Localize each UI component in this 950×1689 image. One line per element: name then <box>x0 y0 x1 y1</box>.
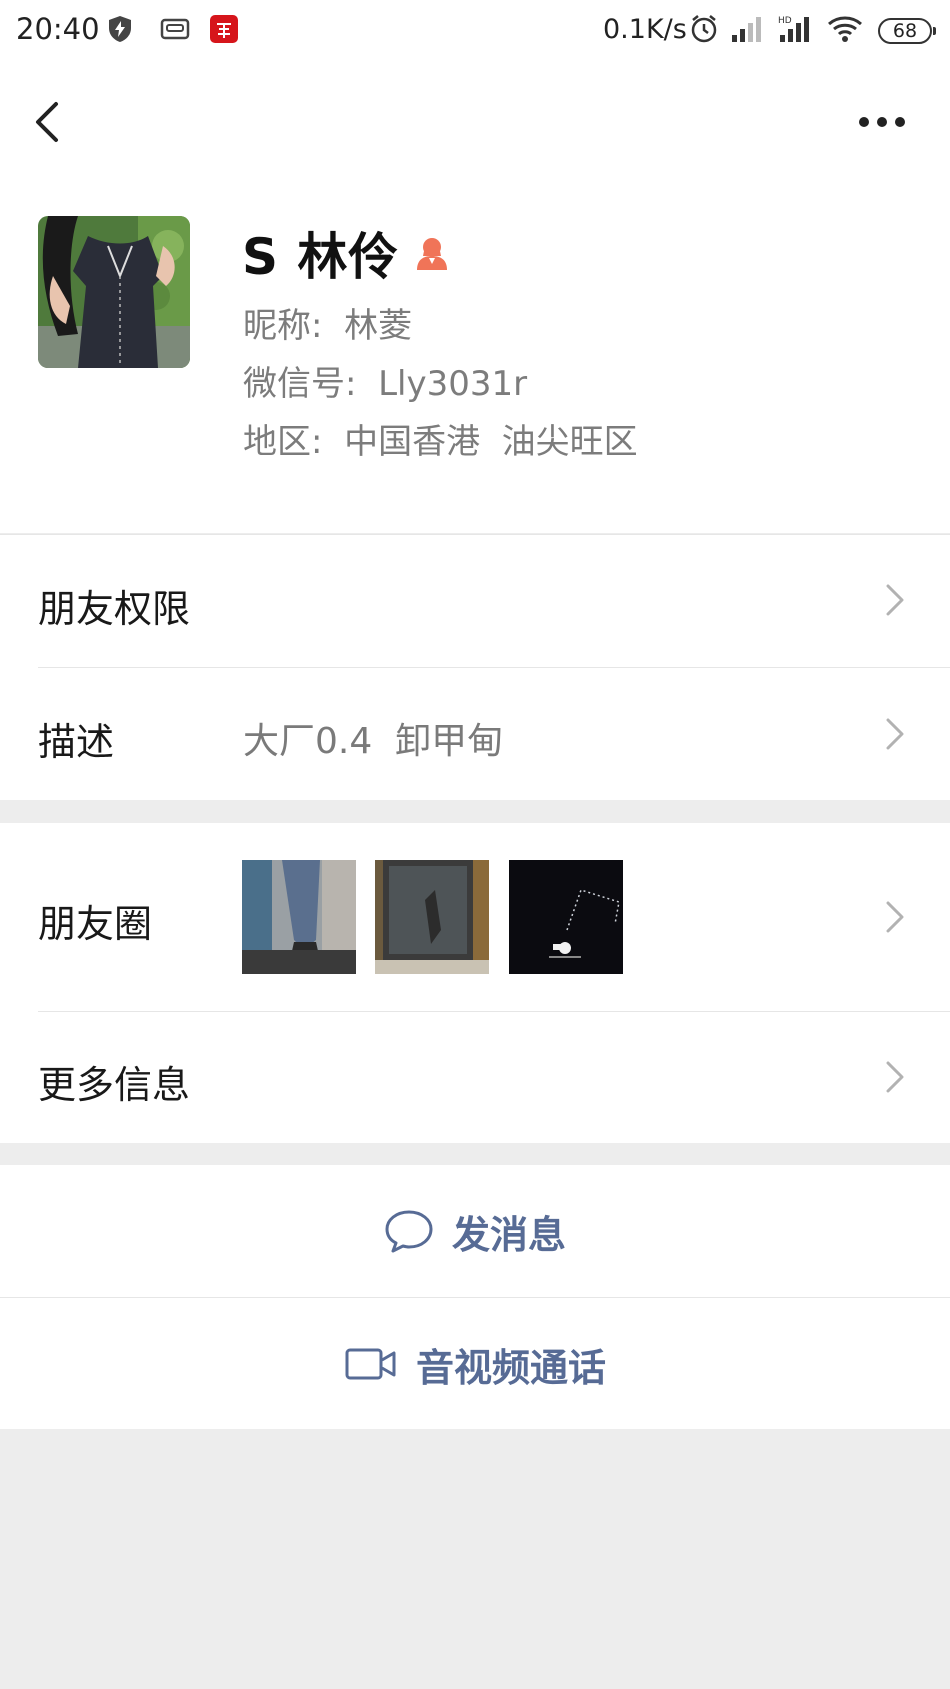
net-speed: 0.1K/s <box>603 14 687 45</box>
alarm-icon <box>691 15 717 43</box>
moments-label: 朋友圈 <box>38 902 153 946</box>
actions-card: 发消息 音视频通话 <box>0 1165 950 1429</box>
tape-icon <box>160 18 190 40</box>
video-camera-icon <box>345 1348 396 1380</box>
hd-signal-icon: HD <box>778 16 809 42</box>
more-info-label: 更多信息 <box>38 1063 191 1107</box>
moments-row[interactable]: 朋友圈 <box>0 823 950 1011</box>
chevron-right-icon <box>886 718 904 750</box>
shield-bolt-icon <box>109 16 131 42</box>
send-message-label: 发消息 <box>451 1212 566 1257</box>
svg-text:HD: HD <box>778 16 792 26</box>
moment-thumbnail-3 <box>509 860 623 974</box>
chat-bubble-icon <box>385 1210 433 1253</box>
status-bar: 20:40 0.1K/s HD 68 <box>0 0 950 64</box>
moment-photo-2 <box>375 860 489 974</box>
description-label: 描述 <box>38 720 115 764</box>
chevron-right-icon <box>886 1061 904 1093</box>
wifi-icon <box>828 16 862 42</box>
moment-thumbnail-2 <box>375 860 489 974</box>
name-row: S 林伶 <box>242 218 451 288</box>
battery-icon: 68 <box>878 18 936 44</box>
more-dots-icon[interactable] <box>852 94 912 154</box>
display-name: S 林伶 <box>242 228 400 286</box>
xuexi-app-icon <box>210 15 238 43</box>
description-row[interactable]: 描述 大厂0.4 卸甲甸 <box>0 668 950 800</box>
nickname-text: 昵称: 林菱 <box>243 306 413 346</box>
moment-photo-3 <box>509 860 623 974</box>
video-call-label: 音视频通话 <box>415 1345 606 1390</box>
video-call-button[interactable]: 音视频通话 <box>0 1298 950 1430</box>
friend-permissions-label: 朋友权限 <box>38 587 191 631</box>
chevron-left-icon[interactable] <box>28 92 68 152</box>
chevron-right-icon <box>886 901 904 933</box>
description-value: 大厂0.4 卸甲甸 <box>243 721 504 762</box>
send-message-button[interactable]: 发消息 <box>0 1165 950 1297</box>
avatar-photo <box>38 216 190 368</box>
wechat-id-text: 微信号: Lly3031r <box>243 364 528 404</box>
profile-header: S 林伶 昵称: 林菱 微信号: Lly3031r 地区: 中国香港 油尖旺区 <box>0 178 950 533</box>
friend-permissions-row[interactable]: 朋友权限 <box>0 534 950 668</box>
settings-card: 朋友权限 描述 大厂0.4 卸甲甸 <box>0 534 950 800</box>
moment-photo-1 <box>242 860 356 974</box>
avatar[interactable] <box>38 216 190 368</box>
moment-thumbnail-1 <box>242 860 356 974</box>
moments-card: 朋友圈 更多信息 <box>0 823 950 1143</box>
status-time: 20:40 <box>16 12 100 46</box>
signal-icon <box>732 17 761 42</box>
more-info-row[interactable]: 更多信息 <box>0 1012 950 1143</box>
chevron-right-icon <box>886 584 904 616</box>
region-text: 地区: 中国香港 油尖旺区 <box>243 422 638 462</box>
top-bar <box>0 64 950 178</box>
female-person-icon <box>417 238 448 270</box>
